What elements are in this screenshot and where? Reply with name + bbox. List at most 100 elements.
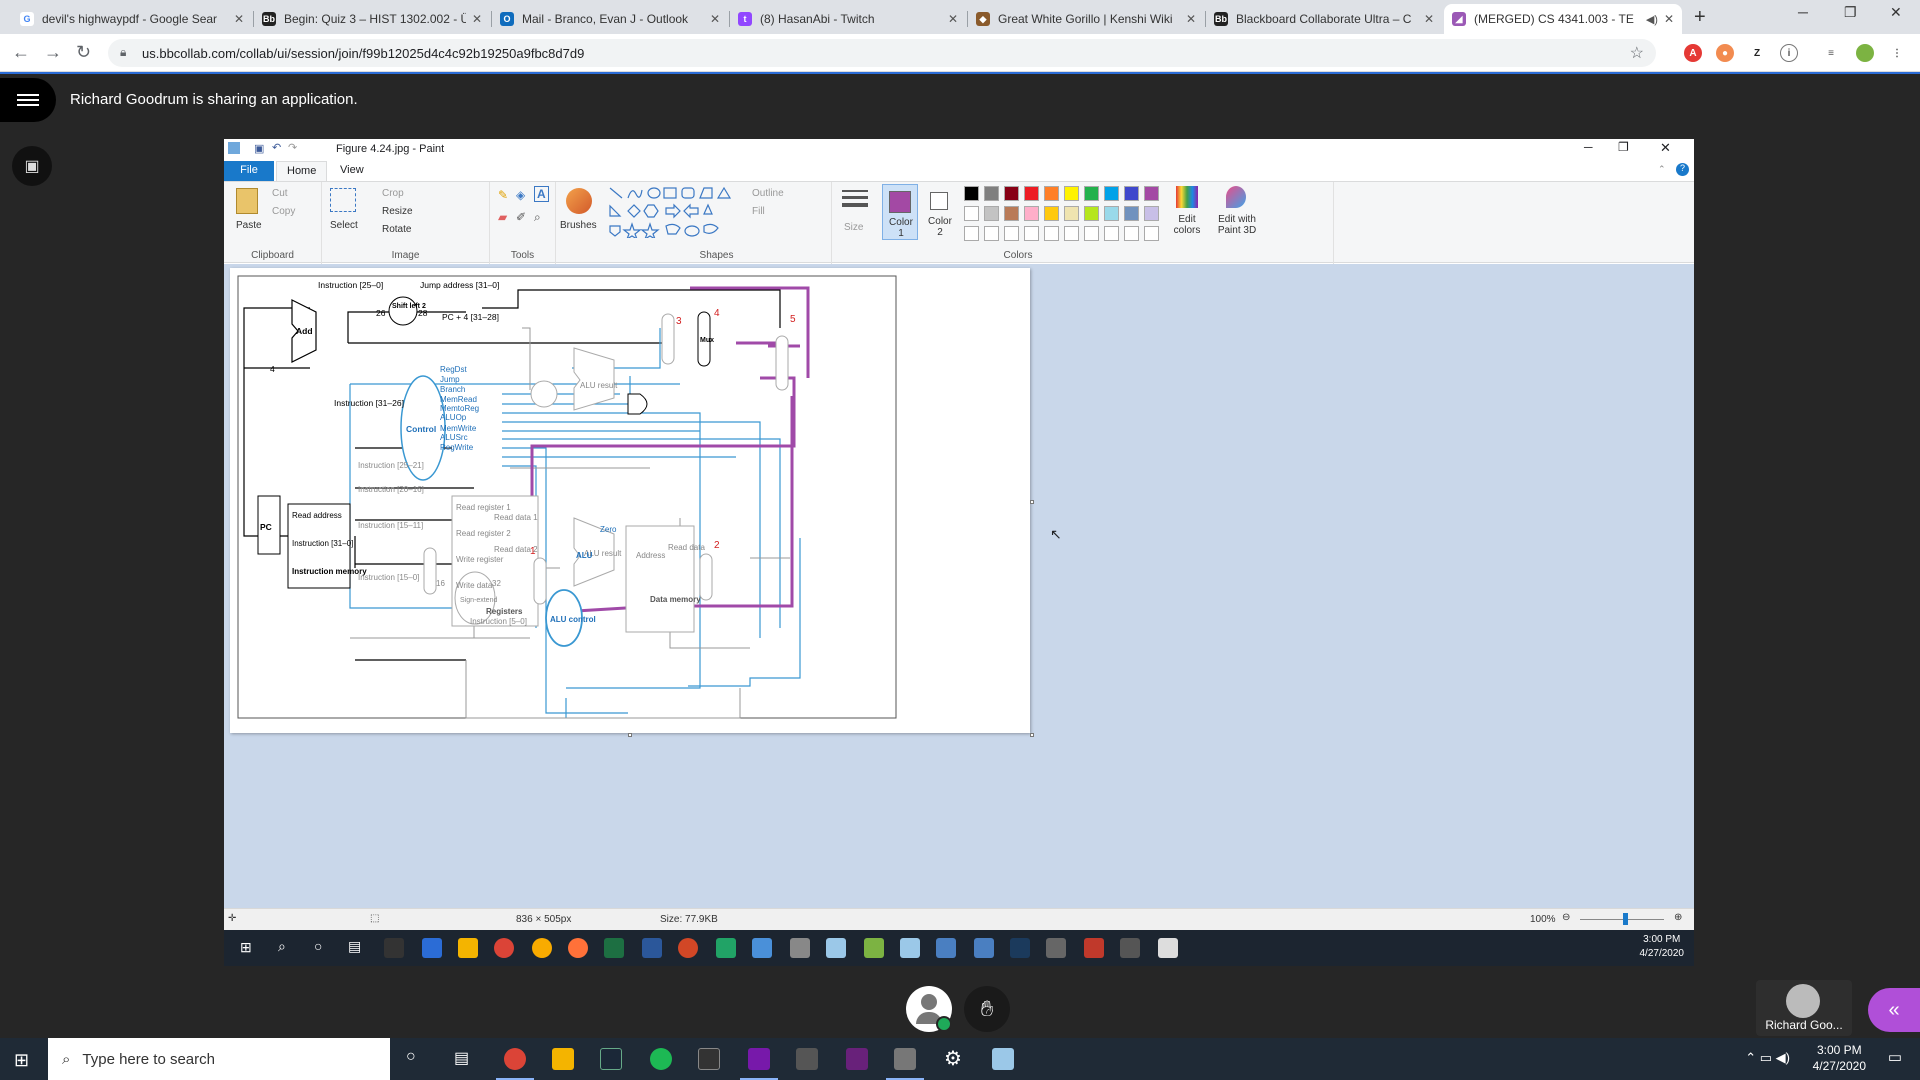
color-swatch[interactable]	[1124, 206, 1139, 221]
reload-button[interactable]: ↻	[76, 42, 91, 63]
color-swatch[interactable]	[984, 186, 999, 201]
paste-icon[interactable]	[236, 188, 258, 214]
raise-hand-button[interactable]: ✋︎	[964, 986, 1010, 1032]
color-swatch[interactable]	[1044, 226, 1059, 241]
size-button[interactable]: Size	[844, 222, 863, 233]
zoom-slider[interactable]	[1580, 919, 1664, 920]
save-icon[interactable]: ▣	[254, 142, 264, 155]
cut-button[interactable]: Cut	[272, 188, 288, 199]
system-tray[interactable]: ⌃ ▭ ◀)	[1745, 1050, 1790, 1066]
fill-button[interactable]: Fill	[752, 206, 765, 217]
color-swatch[interactable]	[964, 206, 979, 221]
steam-taskbar-icon[interactable]	[600, 1048, 622, 1070]
color-swatch[interactable]	[1084, 206, 1099, 221]
color-swatch[interactable]	[1024, 226, 1039, 241]
file-explorer-taskbar-icon[interactable]	[552, 1048, 574, 1070]
color-swatch[interactable]	[1004, 206, 1019, 221]
color-swatch[interactable]	[1024, 186, 1039, 201]
tab-view[interactable]: View	[330, 161, 374, 181]
paste-button[interactable]: Paste	[236, 220, 262, 231]
chrome-taskbar-icon[interactable]	[496, 1048, 534, 1080]
help-icon[interactable]: ?	[1676, 163, 1689, 176]
extension-icon[interactable]: ●	[1716, 44, 1734, 62]
color-swatch[interactable]	[1144, 186, 1159, 201]
zoom-slider-thumb[interactable]	[1623, 913, 1628, 925]
taskbar-clock[interactable]: 3:00 PM 4/27/2020	[1813, 1042, 1866, 1074]
color-swatch[interactable]	[1064, 186, 1079, 201]
bookmark-star-icon[interactable]: ☆	[1630, 43, 1644, 63]
close-icon[interactable]: ✕	[472, 12, 482, 26]
brushes-button[interactable]: Brushes	[560, 220, 597, 231]
back-button[interactable]: ←	[12, 42, 30, 63]
media-controls-icon[interactable]: ≡	[1822, 44, 1840, 62]
zoom-out-button[interactable]: ⊖	[1562, 912, 1570, 923]
edit-with-paint3d-button[interactable]: Edit with Paint 3D	[1212, 214, 1262, 236]
profile-avatar[interactable]	[1856, 44, 1874, 62]
presenter-tile[interactable]: Richard Goo...	[1756, 980, 1852, 1036]
color-swatch[interactable]	[964, 226, 979, 241]
rotate-button[interactable]: Rotate	[382, 224, 411, 235]
paint-restore-button[interactable]: ❐	[1618, 140, 1629, 154]
cortana-button[interactable]: ○	[406, 1048, 416, 1066]
paint3d-icon[interactable]	[1226, 186, 1246, 208]
browser-tab[interactable]: O Mail - Branco, Evan J - Outlook ✕	[492, 4, 728, 34]
browser-tab[interactable]: G devil's highwaypdf - Google Sear ✕	[12, 4, 252, 34]
color-swatch[interactable]	[1104, 206, 1119, 221]
resize-handle[interactable]	[628, 733, 632, 737]
paint-taskbar-icon[interactable]	[992, 1048, 1014, 1070]
close-icon[interactable]: ✕	[948, 12, 958, 26]
resize-handle[interactable]	[1030, 500, 1034, 504]
my-status-button[interactable]	[906, 986, 952, 1032]
close-icon[interactable]: ✕	[710, 12, 720, 26]
browser-tab[interactable]: Bb Begin: Quiz 3 – HIST 1302.002 - Ü ✕	[254, 4, 490, 34]
browser-tab[interactable]: ◆ Great White Gorillo | Kenshi Wiki ✕	[968, 4, 1204, 34]
select-button[interactable]: Select	[330, 220, 358, 231]
pencil-icon[interactable]: ✎	[498, 188, 508, 202]
collapse-ribbon-icon[interactable]: ⌃	[1658, 164, 1666, 175]
color-swatch[interactable]	[1124, 186, 1139, 201]
browser-tab[interactable]: t (8) HasanAbi - Twitch ✕	[730, 4, 966, 34]
color-swatch[interactable]	[1144, 226, 1159, 241]
minimize-button[interactable]: ─	[1798, 4, 1808, 20]
copy-button[interactable]: Copy	[272, 206, 295, 217]
image-canvas[interactable]: Instruction [25–0] Jump address [31–0] S…	[230, 268, 1030, 733]
onenote-taskbar-icon[interactable]	[740, 1048, 778, 1080]
open-panel-button[interactable]: «	[1868, 988, 1920, 1032]
outline-button[interactable]: Outline	[752, 188, 784, 199]
resize-button[interactable]: Resize	[382, 206, 413, 217]
paint-close-button[interactable]: ✕	[1660, 140, 1671, 156]
crop-button[interactable]: Crop	[382, 188, 404, 199]
color-picker-icon[interactable]: ✐	[516, 210, 526, 224]
magnifier-icon[interactable]: ⌕	[534, 210, 541, 225]
zotero-icon[interactable]: Z	[1748, 44, 1766, 62]
color-swatch[interactable]	[1044, 186, 1059, 201]
window-close-button[interactable]: ✕	[1890, 4, 1902, 21]
color-swatch[interactable]	[1024, 206, 1039, 221]
taskbar-search-box[interactable]: ⌕ Type here to search	[48, 1038, 390, 1080]
color-swatch[interactable]	[1144, 206, 1159, 221]
color-swatch[interactable]	[1084, 226, 1099, 241]
color-swatch[interactable]	[984, 206, 999, 221]
close-icon[interactable]: ✕	[1664, 12, 1674, 26]
shapes-gallery[interactable]	[608, 186, 740, 238]
close-icon[interactable]: ✕	[1424, 12, 1434, 26]
speaker-icon[interactable]: ◀)	[1646, 13, 1658, 26]
forward-button[interactable]: →	[44, 42, 62, 63]
settings-taskbar-icon[interactable]: ⚙	[944, 1046, 962, 1071]
paint-minimize-button[interactable]: ─	[1584, 140, 1593, 154]
resize-handle[interactable]	[1030, 733, 1034, 737]
tab-file[interactable]: File	[224, 161, 274, 181]
color-swatch[interactable]	[964, 186, 979, 201]
browser-tab[interactable]: Bb Blackboard Collaborate Ultra – C ✕	[1206, 4, 1442, 34]
color-swatch[interactable]	[1084, 186, 1099, 201]
adblock-icon[interactable]: A	[1684, 44, 1702, 62]
tab-home[interactable]: Home	[276, 161, 328, 181]
eraser-icon[interactable]: ▰	[498, 210, 507, 224]
menu-kebab-icon[interactable]: ⋮	[1888, 44, 1906, 62]
session-menu-button[interactable]	[0, 78, 56, 122]
app-taskbar-icon[interactable]	[796, 1048, 818, 1070]
edit-colors-icon[interactable]	[1176, 186, 1198, 208]
text-tool-icon[interactable]: A	[534, 186, 549, 202]
color-swatch[interactable]	[1104, 226, 1119, 241]
close-icon[interactable]: ✕	[234, 12, 244, 26]
